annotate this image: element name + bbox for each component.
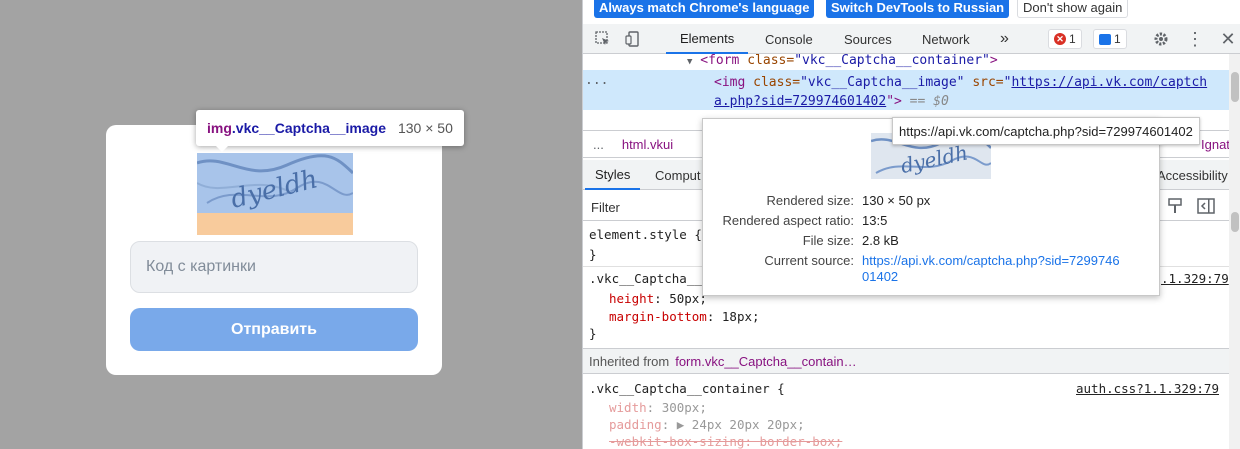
- inspect-cursor-icon[interactable]: [593, 29, 613, 49]
- inspect-tag: img: [207, 120, 232, 136]
- message-counter[interactable]: 1: [1093, 29, 1127, 49]
- device-toggle-icon[interactable]: [623, 29, 643, 49]
- sidebar-toggle-icon[interactable]: [1197, 197, 1215, 218]
- current-source-label: Current source:: [764, 253, 854, 268]
- dom-node-img[interactable]: <img class="vkc__Captcha__image" src="ht…: [714, 74, 1207, 92]
- paint-brush-icon[interactable]: [1167, 197, 1183, 218]
- message-count: 1: [1114, 32, 1121, 46]
- rendered-size-value: 130 × 50 px: [862, 193, 931, 208]
- captcha-input-placeholder: Код с картинки: [146, 258, 256, 275]
- aspect-ratio-label: Rendered aspect ratio:: [722, 213, 854, 228]
- breadcrumb-dots[interactable]: ...: [593, 137, 604, 152]
- match-language-button[interactable]: Always match Chrome's language: [594, 0, 815, 18]
- rendered-size-label: Rendered size:: [766, 193, 854, 208]
- error-count: 1: [1069, 32, 1076, 46]
- dom-node-form[interactable]: ▼ <form class="vkc__Captcha__container">: [687, 52, 998, 70]
- tab-styles[interactable]: Styles: [585, 160, 641, 190]
- dont-show-again-button[interactable]: Don't show again: [1017, 0, 1129, 18]
- css-prop-height[interactable]: height: 50px;: [609, 290, 707, 307]
- url-tooltip: https://api.vk.com/captcha.php?sid=72997…: [892, 117, 1200, 145]
- kebab-menu-icon[interactable]: ⋮: [1185, 29, 1205, 49]
- styles-scroll-thumb[interactable]: [1231, 212, 1239, 232]
- captcha-image-rule-selector[interactable]: .vkc__Captcha__: [589, 270, 702, 287]
- file-size-value: 2.8 kB: [862, 233, 899, 248]
- aspect-ratio-value: 13:5: [862, 213, 888, 228]
- img-src-link[interactable]: https://api.vk.com/captch: [1011, 75, 1207, 90]
- dom-node-img-cont: a.php?sid=729974601402"> == $0: [714, 94, 949, 109]
- inspect-dims: 130 × 50: [397, 120, 453, 136]
- inspect-element-tooltip: img .vkc__Captcha__image 130 × 50: [196, 110, 464, 146]
- captcha-margin-highlight: [197, 213, 353, 235]
- message-icon: [1099, 33, 1111, 45]
- captcha-distortion-graphic: dyeldh: [197, 154, 353, 213]
- tab-elements[interactable]: Elements: [666, 24, 749, 54]
- dom-scroll-thumb[interactable]: [1231, 72, 1239, 102]
- language-infobar: Always match Chrome's language Switch De…: [583, 0, 1240, 20]
- captcha-input[interactable]: Код с картинки: [130, 241, 418, 293]
- more-tabs-button[interactable]: »: [986, 24, 1023, 54]
- page-viewport: dyeldh Код с картинки Отправить img .vkc_…: [0, 0, 582, 449]
- breadcrumb-html[interactable]: html.vkui: [622, 137, 673, 152]
- captcha-image-rule-source[interactable]: .1.329:79: [1161, 270, 1229, 287]
- css-prop-padding[interactable]: padding: ▶ 24px 20px 20px;: [609, 416, 805, 433]
- captcha-image[interactable]: dyeldh: [197, 153, 353, 213]
- element-style-rule[interactable]: element.style {: [589, 226, 702, 243]
- captcha-image-highlight: dyeldh: [197, 153, 353, 235]
- tab-accessibility[interactable]: Accessibility: [1147, 160, 1238, 190]
- devtools-scrollbar[interactable]: [1229, 54, 1240, 449]
- file-size-label: File size:: [802, 233, 854, 248]
- inspect-class: .vkc__Captcha__image: [231, 120, 386, 136]
- selected-marker: == $0: [909, 94, 949, 109]
- current-source-link-1[interactable]: https://api.vk.com/captcha.php?sid=72997…: [862, 253, 1120, 268]
- inherited-label: Inherited from: [589, 353, 670, 369]
- tab-network[interactable]: Network: [908, 24, 984, 54]
- captcha-text: dyeldh: [228, 164, 321, 213]
- submit-button[interactable]: Отправить: [130, 308, 418, 351]
- switch-russian-button[interactable]: Switch DevTools to Russian: [826, 0, 1010, 18]
- css-prop-margin-bottom[interactable]: margin-bottom: 18px;: [609, 308, 760, 325]
- inherited-link[interactable]: form.vkc__Captcha__contain…: [675, 354, 856, 369]
- container-rule-selector[interactable]: .vkc__Captcha__container {: [589, 380, 785, 397]
- tab-sources[interactable]: Sources: [830, 24, 906, 54]
- inherited-from-header: Inherited from form.vkc__Captcha__contai…: [583, 348, 1229, 374]
- gear-icon[interactable]: [1151, 29, 1171, 49]
- tab-computed[interactable]: Comput: [645, 160, 711, 190]
- rule-close: }: [589, 326, 597, 341]
- expand-triangle-icon[interactable]: ▼: [687, 57, 692, 67]
- close-icon[interactable]: ✕: [1218, 29, 1238, 49]
- current-source-link-2[interactable]: 01402: [862, 269, 898, 284]
- devtools-toolbar: Elements Console Sources Network » ✕ 1 1…: [583, 24, 1240, 54]
- error-counter[interactable]: ✕ 1: [1048, 29, 1082, 49]
- tab-console[interactable]: Console: [751, 24, 827, 54]
- error-icon: ✕: [1054, 33, 1066, 45]
- rule-close: }: [589, 247, 597, 262]
- inspect-tooltip-arrow: [214, 144, 230, 152]
- filter-input[interactable]: Filter: [591, 200, 620, 215]
- container-rule-source[interactable]: auth.css?1.1.329:79: [1076, 380, 1219, 397]
- css-prop-box-sizing[interactable]: -webkit-box-sizing: border-box;: [609, 433, 842, 449]
- css-prop-width[interactable]: width: 300px;: [609, 399, 707, 416]
- dom-row-menu-dots[interactable]: ...: [585, 72, 608, 90]
